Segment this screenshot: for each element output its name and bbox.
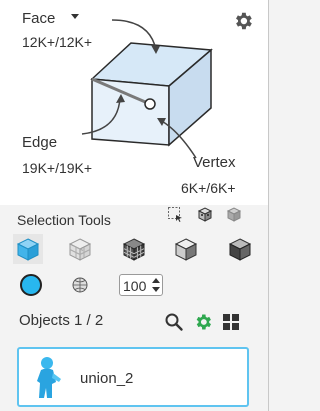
selection-mode-label: Face: [22, 10, 56, 27]
chevron-down-icon: [71, 13, 80, 19]
edge-label: Edge: [22, 134, 58, 151]
selection-mode-dropdown[interactable]: Face: [22, 10, 80, 27]
settings-green-icon[interactable]: [193, 312, 213, 332]
search-icon[interactable]: [164, 312, 184, 332]
cube-select-gray-icon[interactable]: [226, 206, 242, 222]
split-cube-icon: [228, 238, 252, 261]
sphere-brush-icon[interactable]: [71, 276, 89, 294]
solid-cube-tool-button[interactable]: [13, 234, 43, 264]
objects-count-label: Objects 1 / 2: [19, 312, 104, 329]
face-count: 12K+/12K+: [22, 34, 93, 50]
marquee-select-icon[interactable]: [167, 206, 183, 222]
vertex-count: 6K+/6K+: [181, 180, 236, 196]
split-cube-tool-button[interactable]: [225, 234, 255, 264]
outline-cube-tool-button[interactable]: [171, 234, 201, 264]
solid-cube-icon: [16, 238, 40, 261]
cube-select-icon[interactable]: [197, 206, 213, 222]
grid-cube-tool-button[interactable]: [119, 234, 149, 264]
gear-icon[interactable]: [232, 10, 254, 32]
selection-diagram: Face 12K+/12K+ Edge 19K+/19K+ Vertex 6K+…: [0, 0, 268, 205]
color-circle-icon[interactable]: [20, 274, 42, 296]
spinner-icon[interactable]: [151, 276, 161, 294]
selection-tools-title: Selection Tools: [17, 212, 111, 228]
outline-cube-icon: [174, 238, 198, 261]
list-item[interactable]: union_2: [17, 347, 249, 407]
vertex-label: Vertex: [193, 154, 236, 171]
selection-panel: Face 12K+/12K+ Edge 19K+/19K+ Vertex 6K+…: [0, 0, 269, 411]
panel-divider: [268, 0, 269, 411]
object-name: union_2: [80, 370, 134, 387]
edge-count: 19K+/19K+: [22, 160, 93, 176]
wire-cube-icon: [68, 238, 92, 261]
grid-cube-icon: [122, 238, 146, 261]
wire-cube-tool-button[interactable]: [65, 234, 95, 264]
figure-thumbnail-icon: [37, 357, 61, 398]
grid-view-icon[interactable]: [221, 312, 241, 332]
